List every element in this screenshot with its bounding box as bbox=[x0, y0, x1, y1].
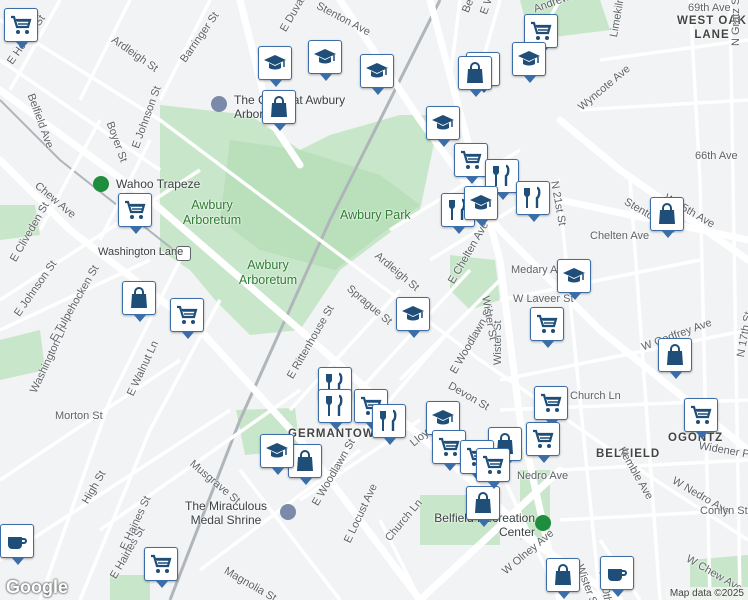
map-marker-coffee[interactable] bbox=[0, 524, 34, 565]
map-marker-graduation-cap[interactable] bbox=[396, 297, 430, 338]
map-marker-shopping-cart[interactable] bbox=[476, 448, 510, 489]
map-marker-graduation-cap[interactable] bbox=[360, 54, 394, 95]
google-logo: Google bbox=[6, 577, 68, 597]
street-label: Church Ln bbox=[570, 390, 621, 402]
map-marker-coffee[interactable] bbox=[600, 556, 634, 597]
map-marker-shopping-bag[interactable] bbox=[262, 90, 296, 131]
map-marker-shopping-bag[interactable] bbox=[546, 558, 580, 599]
street-label: Chelten Ave bbox=[590, 230, 650, 242]
map-marker-shopping-bag[interactable] bbox=[658, 338, 692, 379]
street-label: 66th Ave bbox=[695, 150, 738, 162]
street-label: Nedro Ave bbox=[517, 470, 569, 482]
map-marker-shopping-cart[interactable] bbox=[4, 8, 38, 49]
map-marker-shopping-bag[interactable] bbox=[122, 281, 156, 322]
map-marker-shopping-cart[interactable] bbox=[684, 398, 718, 439]
map-marker-shopping-cart[interactable] bbox=[526, 422, 560, 463]
area-label: Awbury Arboretum bbox=[238, 258, 298, 287]
map-marker-graduation-cap[interactable] bbox=[464, 186, 498, 227]
museum-icon[interactable] bbox=[211, 96, 227, 112]
map-marker-graduation-cap[interactable] bbox=[426, 106, 460, 147]
map-marker-shopping-cart[interactable] bbox=[454, 143, 488, 184]
street-label: Conlyn St bbox=[700, 505, 748, 517]
map-canvas[interactable]: Awbury Park Awbury Arboretum Awbury Arbo… bbox=[0, 0, 748, 600]
map-marker-shopping-cart[interactable] bbox=[534, 386, 568, 427]
map-marker-graduation-cap[interactable] bbox=[260, 434, 294, 475]
street-label: N Gratz St bbox=[730, 0, 742, 46]
map-marker-shopping-bag[interactable] bbox=[650, 197, 684, 238]
map-marker-graduation-cap[interactable] bbox=[308, 40, 342, 81]
area-label: Awbury Park bbox=[340, 208, 411, 222]
map-marker-graduation-cap[interactable] bbox=[258, 46, 292, 87]
poi-label[interactable]: Washington Lane bbox=[98, 246, 183, 258]
street-label: W Laveer St bbox=[513, 293, 574, 305]
street-label: 69th Ave bbox=[688, 2, 731, 14]
map-marker-restaurant[interactable] bbox=[372, 404, 406, 445]
church-icon[interactable] bbox=[280, 504, 296, 520]
map-marker-shopping-cart[interactable] bbox=[144, 547, 178, 588]
map-marker-shopping-cart[interactable] bbox=[170, 298, 204, 339]
area-label: Awbury Arboretum bbox=[182, 198, 242, 227]
poi-label[interactable]: The Miraculous Medal Shrine bbox=[176, 499, 276, 527]
map-marker-restaurant[interactable] bbox=[516, 181, 550, 222]
map-attribution[interactable]: Map data ©2025 bbox=[665, 587, 748, 600]
map-marker-shopping-cart[interactable] bbox=[118, 193, 152, 234]
recreation-icon[interactable] bbox=[93, 176, 109, 192]
street-label: Morton St bbox=[55, 410, 103, 422]
map-marker-shopping-cart[interactable] bbox=[530, 307, 564, 348]
poi-label[interactable]: Wahoo Trapeze bbox=[116, 177, 200, 191]
map-marker-graduation-cap[interactable] bbox=[557, 259, 591, 300]
map-marker-shopping-bag[interactable] bbox=[458, 56, 492, 97]
map-marker-graduation-cap[interactable] bbox=[512, 42, 546, 83]
map-marker-shopping-bag[interactable] bbox=[466, 486, 500, 527]
map-marker-restaurant[interactable] bbox=[318, 389, 352, 430]
